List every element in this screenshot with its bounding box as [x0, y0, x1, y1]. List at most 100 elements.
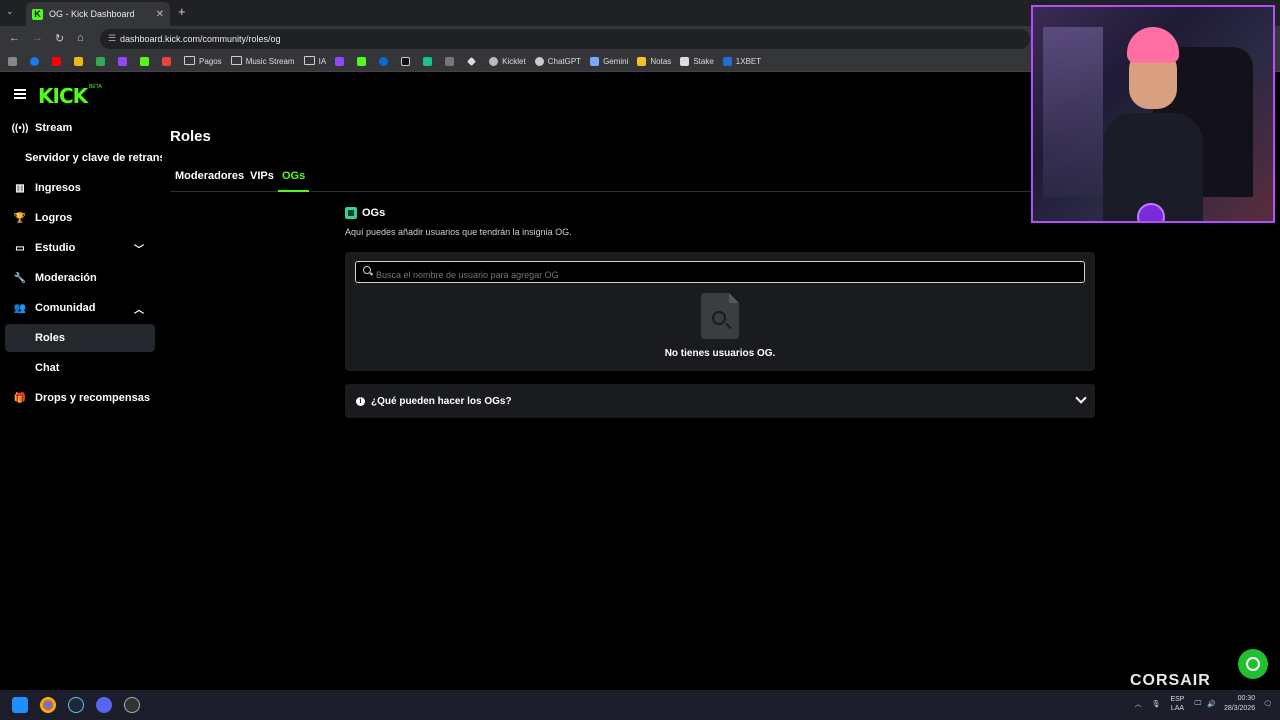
webcam-streamer	[1103, 27, 1203, 221]
empty-state-text: No tienes usuarios OG.	[664, 348, 776, 359]
sidebar-item-roles[interactable]: Roles	[5, 324, 155, 352]
mic-icon[interactable]: 🎙	[1152, 700, 1161, 708]
tiktok-bookmark-icon[interactable]	[401, 57, 414, 66]
tab-moderadores[interactable]: Moderadores	[175, 170, 244, 192]
youtube-bookmark-icon[interactable]	[52, 57, 65, 66]
tab-title: OG - Kick Dashboard	[49, 9, 135, 19]
forward-icon[interactable]: →	[32, 32, 43, 44]
reload-icon[interactable]: ↻	[55, 32, 64, 45]
windows-start-icon[interactable]	[12, 697, 28, 713]
twitch-bookmark-icon[interactable]	[335, 57, 348, 66]
binance-bookmark-icon[interactable]	[74, 57, 87, 66]
language-indicator[interactable]: ESP LAA	[1170, 695, 1184, 713]
tab-ogs[interactable]: OGs	[278, 170, 310, 192]
headset-icon	[1246, 657, 1260, 671]
magnifier-icon	[712, 311, 726, 325]
page-title: Roles	[170, 128, 211, 145]
section-description: Aquí puedes añadir usuarios que tendrán …	[345, 227, 572, 237]
gift-icon: 🎁	[13, 392, 27, 404]
webcam-overlay	[1031, 5, 1275, 223]
search-icon	[363, 266, 371, 274]
back-icon[interactable]: ←	[9, 32, 20, 44]
beta-label: BETA	[89, 84, 102, 90]
people-icon: 👥	[13, 302, 27, 314]
site-info-icon[interactable]: ☰	[108, 33, 116, 44]
kick-favicon-icon: K	[32, 8, 43, 20]
sidebar-item-stream[interactable]: ((•)) Stream	[0, 114, 162, 142]
app-bookmark-icon[interactable]	[423, 57, 436, 66]
wrench-icon: 🔧	[13, 272, 27, 284]
broadcast-icon: ((•))	[11, 122, 29, 134]
bookmark-folder-music-stream[interactable]: Music Stream	[231, 56, 295, 67]
faq-title: ¿Qué pueden hacer los OGs?	[371, 395, 512, 407]
bookmark-gemini[interactable]: Gemini	[590, 57, 628, 66]
og-badge-icon	[345, 207, 357, 219]
webcam-background-shelf	[1043, 27, 1103, 197]
sidebar: KICK BETA ((•)) Stream Servidor y clave …	[0, 72, 162, 690]
roles-tabs: Moderadores VIPs OGs	[170, 166, 1035, 192]
bookmark-kicklet[interactable]: Kicklet	[489, 57, 526, 66]
misc-bookmark-icon[interactable]	[445, 57, 458, 66]
chevron-down-icon[interactable]: ﹀	[134, 241, 144, 256]
sidebar-item-ingresos[interactable]: ▥ Ingresos	[0, 174, 162, 202]
tab-vips[interactable]: VIPs	[250, 170, 274, 192]
chevron-down-icon[interactable]	[1075, 392, 1087, 404]
notifications-icon[interactable]: 🗨	[1263, 700, 1272, 708]
bookmark-1xbet[interactable]: 1XBET	[722, 57, 761, 66]
sidebar-item-chat[interactable]: Chat	[0, 354, 162, 382]
kick-bookmark-icon[interactable]	[140, 57, 153, 66]
network-icon[interactable]: 🖵	[1194, 700, 1201, 708]
sidebar-item-logros[interactable]: 🏆 Logros	[0, 204, 162, 232]
empty-document-icon	[701, 293, 739, 339]
sidebar-item-estudio[interactable]: ▭ Estudio ﹀	[0, 234, 162, 262]
trophy-icon: 🏆	[13, 212, 27, 224]
facebook-bookmark-icon[interactable]	[30, 57, 43, 66]
kick-bookmark-icon[interactable]	[357, 57, 370, 66]
twitch-bookmark-icon[interactable]	[118, 57, 131, 66]
support-chat-button[interactable]	[1238, 649, 1268, 679]
apps-icon[interactable]	[8, 57, 21, 66]
chevron-up-icon[interactable]: ︿	[134, 301, 144, 316]
new-tab-icon[interactable]: +	[178, 4, 186, 19]
info-icon: i	[356, 396, 365, 406]
gmail-bookmark-icon[interactable]	[162, 57, 175, 66]
faq-accordion[interactable]: i ¿Qué pueden hacer los OGs?	[345, 384, 1095, 418]
studio-icon: ▭	[15, 242, 25, 254]
avatar-badge-icon	[1137, 203, 1165, 221]
home-icon[interactable]: ⌂	[77, 32, 84, 44]
bookmark-chatgpt[interactable]: ChatGPT	[534, 57, 581, 66]
section-title: OGs	[362, 207, 386, 219]
tray-chevron-icon[interactable]: ︿	[1135, 699, 1142, 709]
discord-taskbar-icon[interactable]	[96, 697, 112, 713]
bookmark-folder-pagos[interactable]: Pagos	[184, 56, 222, 67]
clock[interactable]: 00:30 28/3/2026	[1224, 694, 1255, 714]
sidebar-item-comunidad[interactable]: 👥 Comunidad ︿	[0, 294, 162, 322]
url-text: dashboard.kick.com/community/roles/og	[120, 34, 281, 44]
menu-icon[interactable]	[14, 89, 26, 99]
tab-list-icon[interactable]: ⌄	[6, 6, 14, 17]
sidebar-item-drops[interactable]: 🎁 Drops y recompensas	[0, 384, 162, 412]
bookmark-notas[interactable]: Notas	[637, 57, 671, 66]
meta-bookmark-icon[interactable]	[379, 57, 392, 66]
sidebar-item-moderacion[interactable]: 🔧 Moderación	[0, 264, 162, 292]
sidebar-item-stream-key[interactable]: Servidor y clave de retransn	[0, 144, 162, 172]
search-input[interactable]	[355, 261, 1085, 283]
chrome-taskbar-icon[interactable]	[40, 697, 56, 713]
og-users-panel: No tienes usuarios OG.	[345, 252, 1095, 371]
chart-icon: ▥	[15, 182, 25, 194]
section-header: OGs	[345, 207, 385, 219]
diamond-bookmark-icon[interactable]	[467, 57, 480, 66]
url-field[interactable]: ☰ dashboard.kick.com/community/roles/og	[100, 29, 1030, 49]
corsair-watermark: CORSAIR	[1130, 672, 1211, 689]
system-tray: ︿ 🎙 ESP LAA 🖵 🔊 00:30 28/3/2026 🗨	[1135, 694, 1272, 714]
bookmark-stake[interactable]: Stake	[680, 57, 714, 66]
kick-logo[interactable]: KICK	[38, 84, 88, 108]
app-taskbar-icon[interactable]	[124, 697, 140, 713]
drive-bookmark-icon[interactable]	[96, 57, 109, 66]
steam-taskbar-icon[interactable]	[68, 697, 84, 713]
browser-tab[interactable]: K OG - Kick Dashboard ✕	[26, 2, 170, 26]
close-tab-icon[interactable]: ✕	[156, 9, 164, 20]
bookmark-folder-ia[interactable]: IA	[304, 56, 327, 67]
volume-icon[interactable]: 🔊	[1207, 700, 1216, 708]
windows-taskbar: ︿ 🎙 ESP LAA 🖵 🔊 00:30 28/3/2026 🗨	[0, 690, 1280, 720]
